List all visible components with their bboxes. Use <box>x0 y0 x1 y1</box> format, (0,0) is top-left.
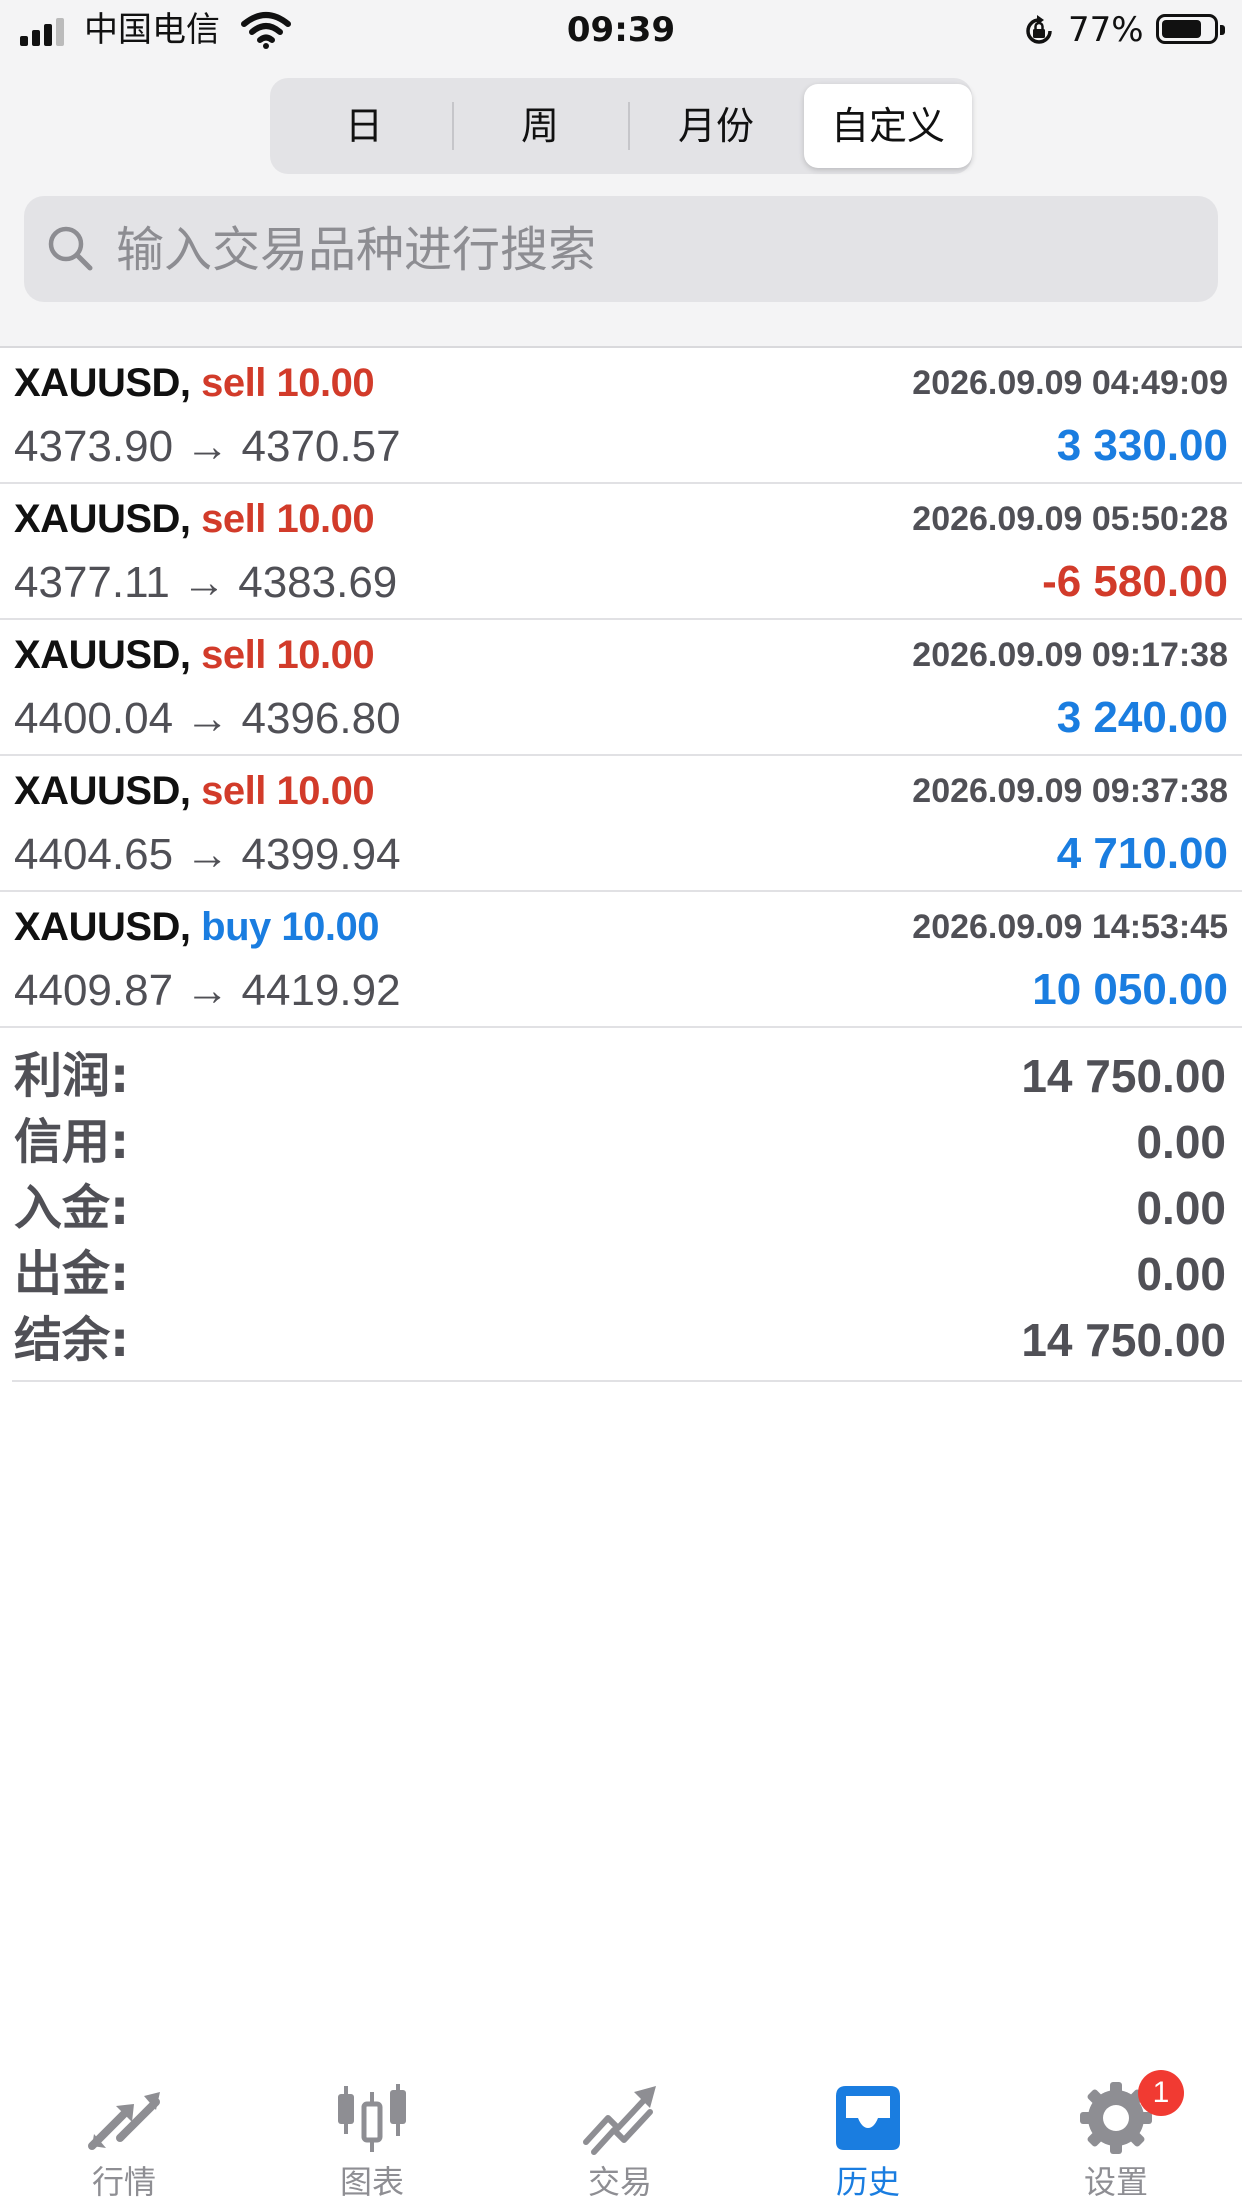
candlestick-chart-icon <box>338 2084 406 2152</box>
summary-label: 出金: <box>14 1246 130 1302</box>
tab-label: 设置 <box>1083 2163 1148 2201</box>
trade-symbol: XAUUSD, <box>14 769 191 813</box>
trade-profit: 3 330.00 <box>1056 421 1228 470</box>
summary-profit-row: 利润: 14 750.00 <box>12 1042 1242 1108</box>
trade-symbol-line: XAUUSD, sell 10.00 <box>14 630 375 680</box>
battery-cap <box>1220 25 1225 35</box>
trade-row[interactable]: XAUUSD, sell 10.00 2026.09.09 09:17:38 4… <box>0 620 1242 756</box>
trade-row[interactable]: XAUUSD, sell 10.00 2026.09.09 04:49:09 4… <box>0 348 1242 484</box>
battery-fill <box>1162 20 1201 38</box>
search-bar <box>24 196 1218 302</box>
segment-divider <box>628 102 630 150</box>
summary-value: 14 750.00 <box>1021 1050 1226 1102</box>
trade-prices: 4404.65 → 4399.94 <box>14 830 401 879</box>
trade-symbol: XAUUSD, <box>14 633 191 677</box>
trade-side-volume: buy 10.00 <box>201 905 379 949</box>
summary-withdrawal-row: 出金: 0.00 <box>12 1240 1242 1306</box>
trade-symbol: XAUUSD, <box>14 905 191 949</box>
trade-symbol-line: XAUUSD, sell 10.00 <box>14 766 375 816</box>
tab-custom[interactable]: 自定义 <box>804 84 972 168</box>
summary-value: 0.00 <box>1136 1182 1226 1234</box>
bottom-tab-bar: 行情 图表 交易 历史 1 设置 <box>0 2068 1242 2208</box>
summary-deposit-row: 入金: 0.00 <box>12 1174 1242 1240</box>
trade-profit: -6 580.00 <box>1042 557 1228 606</box>
tab-label: 行情 <box>91 2163 156 2201</box>
trade-side-volume: sell 10.00 <box>201 769 375 813</box>
trade-profit: 4 710.00 <box>1056 829 1228 878</box>
period-segmented-control: 日 周 月份 自定义 <box>270 78 972 174</box>
search-icon <box>48 226 93 271</box>
trade-symbol: XAUUSD, <box>14 497 191 541</box>
trade-prices: 4373.90 → 4370.57 <box>14 422 401 471</box>
summary-label: 结余: <box>14 1312 130 1368</box>
tab-day[interactable]: 日 <box>280 84 448 168</box>
trade-time: 2026.09.09 04:49:09 <box>912 364 1228 402</box>
trade-symbol-line: XAUUSD, sell 10.00 <box>14 494 375 544</box>
notification-badge: 1 <box>1138 2070 1184 2116</box>
trade-row[interactable]: XAUUSD, sell 10.00 2026.09.09 09:37:38 4… <box>0 756 1242 892</box>
trade-profit: 10 050.00 <box>1032 965 1228 1014</box>
summary-balance-row: 结余: 14 750.00 <box>12 1306 1242 1372</box>
trade-symbol-line: XAUUSD, sell 10.00 <box>14 358 375 408</box>
tab-month[interactable]: 月份 <box>632 84 800 168</box>
trade-profit: 3 240.00 <box>1056 693 1228 742</box>
trade-history-list: XAUUSD, sell 10.00 2026.09.09 04:49:09 4… <box>0 348 1242 1028</box>
battery-icon <box>1156 14 1225 44</box>
summary-value: 0.00 <box>1136 1248 1226 1300</box>
status-bar: 中国电信 09:39 77% <box>0 0 1242 62</box>
search-input[interactable] <box>114 210 1198 290</box>
trade-symbol-line: XAUUSD, buy 10.00 <box>14 902 379 952</box>
trade-row[interactable]: XAUUSD, buy 10.00 2026.09.09 14:53:45 44… <box>0 892 1242 1028</box>
trade-side-volume: sell 10.00 <box>201 361 375 405</box>
segment-divider <box>452 102 454 150</box>
tab-quotes[interactable]: 行情 <box>0 2068 248 2208</box>
trade-symbol: XAUUSD, <box>14 361 191 405</box>
summary-label: 入金: <box>14 1180 130 1236</box>
summary-credit-row: 信用: 0.00 <box>12 1108 1242 1174</box>
trade-time: 2026.09.09 05:50:28 <box>912 500 1228 538</box>
history-inbox-icon <box>836 2086 900 2150</box>
header-area: 中国电信 09:39 77% 日 周 月份 自定义 <box>0 0 1242 348</box>
trade-time: 2026.09.09 09:37:38 <box>912 772 1228 810</box>
tab-label: 交易 <box>587 2163 652 2201</box>
tab-trade[interactable]: 交易 <box>496 2068 744 2208</box>
trade-trend-icon <box>583 2086 656 2155</box>
tab-label: 历史 <box>835 2163 900 2201</box>
tab-chart[interactable]: 图表 <box>248 2068 496 2208</box>
summary-label: 信用: <box>14 1114 130 1170</box>
account-summary: 利润: 14 750.00 信用: 0.00 入金: 0.00 出金: 0.00… <box>12 1042 1242 1382</box>
trade-prices: 4409.87 → 4419.92 <box>14 966 401 1015</box>
trade-time: 2026.09.09 09:17:38 <box>912 636 1228 674</box>
trade-prices: 4377.11 → 4383.69 <box>14 558 398 607</box>
tab-label: 图表 <box>339 2163 404 2201</box>
summary-value: 0.00 <box>1136 1116 1226 1168</box>
trade-side-volume: sell 10.00 <box>201 497 375 541</box>
summary-label: 利润: <box>14 1048 130 1104</box>
trade-time: 2026.09.09 14:53:45 <box>912 908 1228 946</box>
tab-week[interactable]: 周 <box>456 84 624 168</box>
trade-prices: 4400.04 → 4396.80 <box>14 694 401 743</box>
rotation-lock-icon <box>1026 15 1052 44</box>
trade-row[interactable]: XAUUSD, sell 10.00 2026.09.09 05:50:28 4… <box>0 484 1242 620</box>
trade-side-volume: sell 10.00 <box>201 633 375 677</box>
tab-settings[interactable]: 1 设置 <box>992 2068 1240 2208</box>
summary-value: 14 750.00 <box>1021 1314 1226 1366</box>
quotes-arrows-icon <box>88 2092 160 2150</box>
tab-history[interactable]: 历史 <box>744 2068 992 2208</box>
battery-percent: 77% <box>1068 10 1144 50</box>
